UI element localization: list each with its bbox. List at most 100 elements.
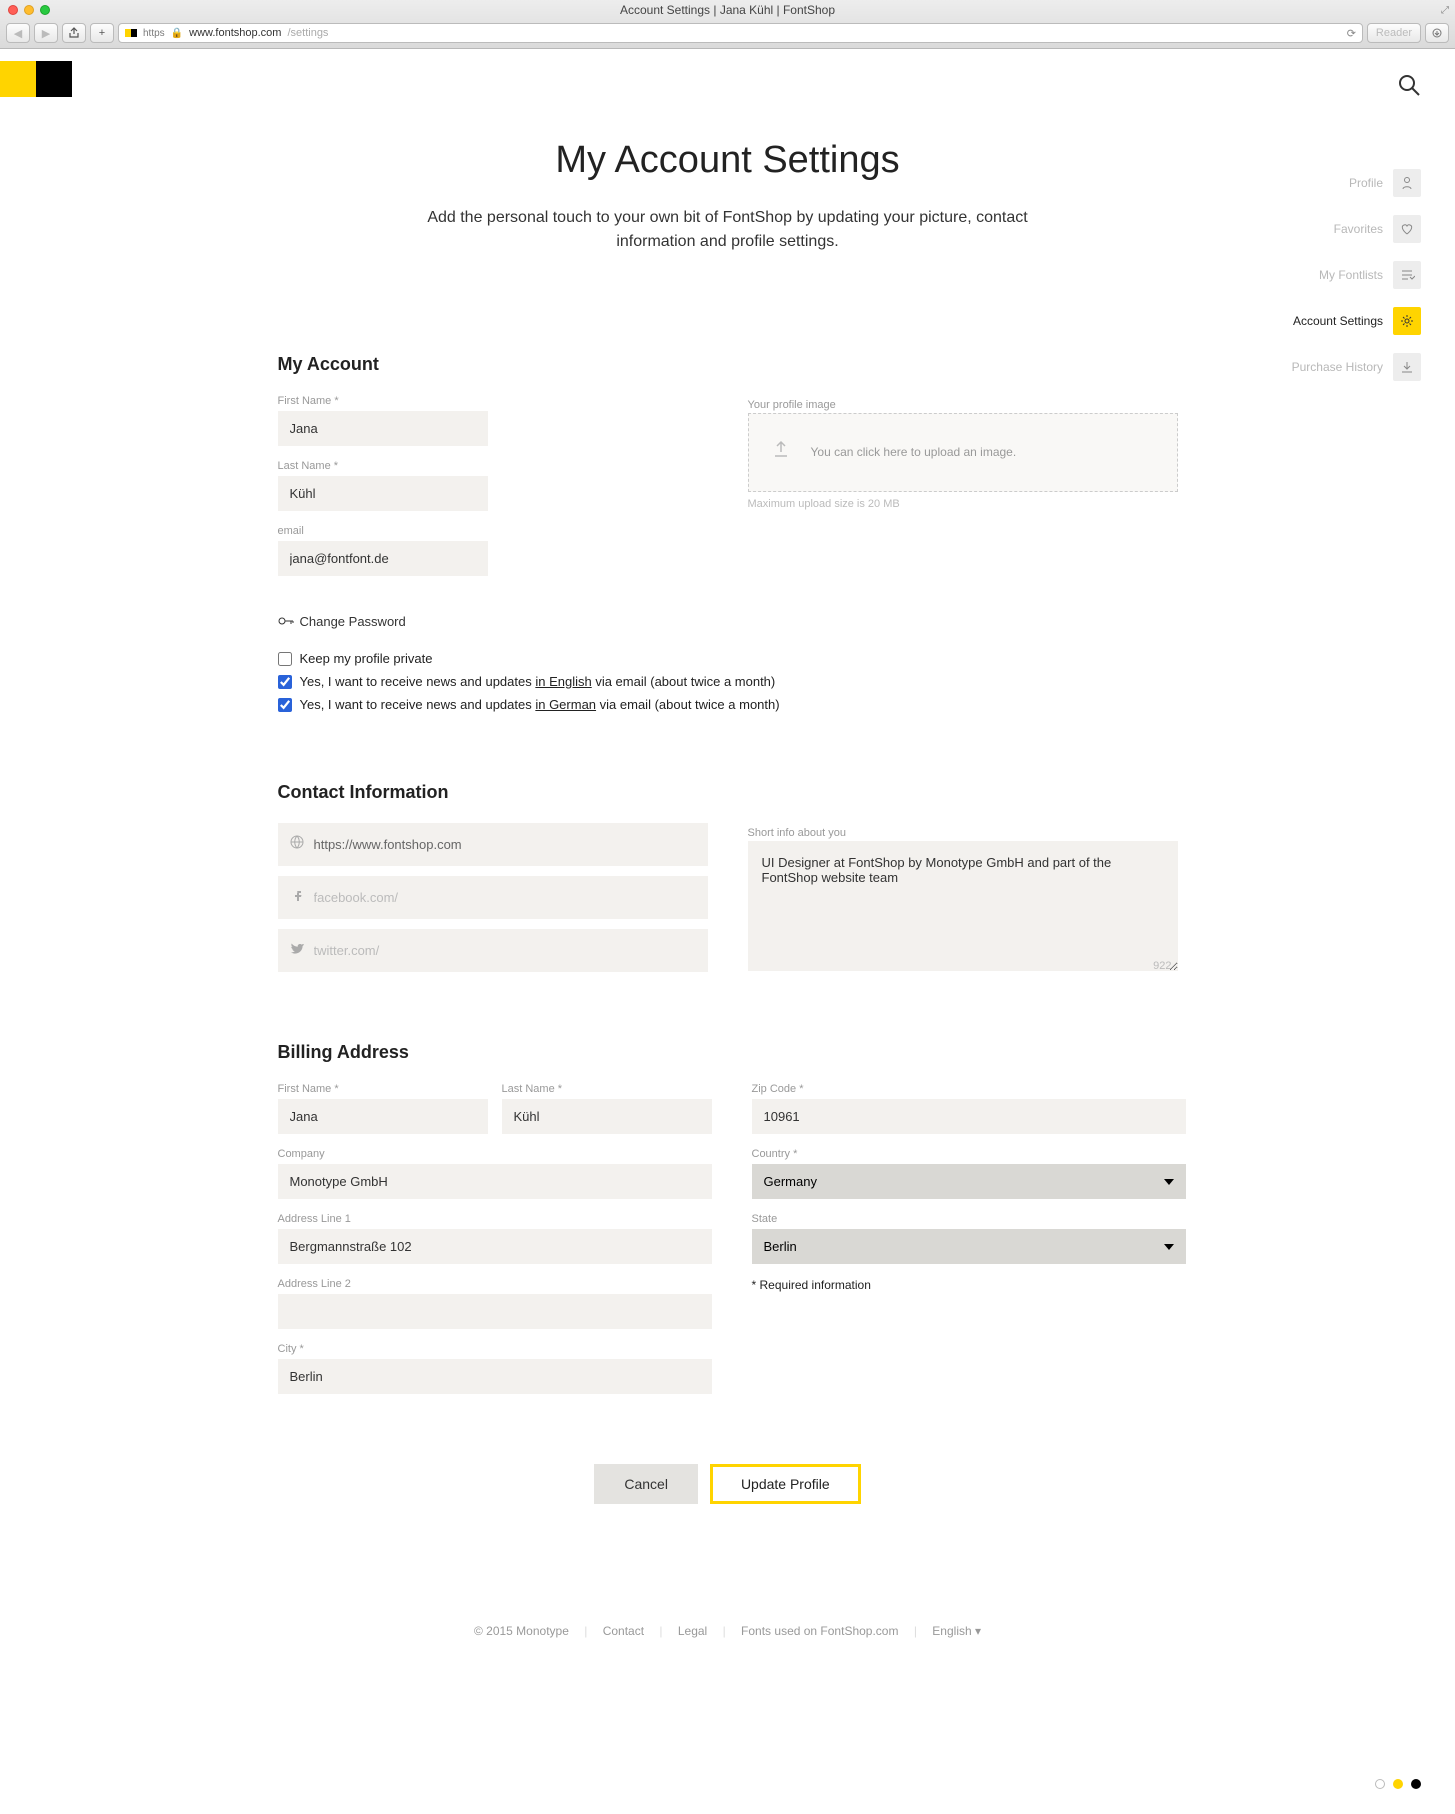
section-title: Contact Information [278,782,1178,803]
footer-language-select[interactable]: English ▾ [932,1624,981,1638]
website-input-wrap [278,823,708,866]
email-label: email [278,525,488,537]
twitter-icon [290,941,304,960]
form-actions: Cancel Update Profile [278,1464,1178,1504]
sidenav-label: Profile [1349,176,1383,190]
city-label: City * [278,1343,712,1355]
upload-icon [769,438,793,467]
state-select[interactable]: Berlin [752,1229,1186,1264]
reader-button[interactable]: Reader [1367,23,1421,43]
address1-input[interactable] [278,1229,712,1264]
https-label: https [143,28,165,39]
list-icon [1393,261,1421,289]
add-button[interactable]: + [90,23,114,43]
newsletter-en-input[interactable] [278,675,292,689]
theme-dots [1375,1779,1421,1789]
section-title: Billing Address [278,1042,1178,1063]
footer-legal-link[interactable]: Legal [678,1624,707,1638]
back-button[interactable]: ◀ [6,23,30,43]
country-label: Country * [752,1148,1186,1160]
facebook-input[interactable] [314,890,696,905]
newsletter-de-label: Yes, I want to receive news and updates … [300,697,780,712]
theme-dot-light[interactable] [1375,1779,1385,1789]
last-name-label: Last Name * [278,460,488,472]
zip-label: Zip Code * [752,1083,1186,1095]
url-path: /settings [287,27,328,39]
sidenav-purchase-history[interactable]: Purchase History [1292,353,1421,381]
sidenav-label: My Fontlists [1319,268,1383,282]
search-icon[interactable] [1397,73,1421,102]
fontshop-logo[interactable] [0,61,72,97]
first-name-label: First Name * [278,395,488,407]
country-select[interactable]: Germany [752,1164,1186,1199]
favicon-icon [125,29,137,37]
keep-private-input[interactable] [278,652,292,666]
address1-label: Address Line 1 [278,1213,712,1225]
theme-dot-yellow[interactable] [1393,1779,1403,1789]
sidenav-fontlists[interactable]: My Fontlists [1292,261,1421,289]
section-title: My Account [278,354,1178,375]
globe-icon [290,835,304,854]
sidenav-profile[interactable]: Profile [1292,169,1421,197]
change-password-label: Change Password [300,614,406,629]
city-input[interactable] [278,1359,712,1394]
website-input[interactable] [314,837,696,852]
sidenav-account-settings[interactable]: Account Settings [1292,307,1421,335]
newsletter-en-label: Yes, I want to receive news and updates … [300,674,776,689]
billing-first-name-input[interactable] [278,1099,488,1134]
downloads-button[interactable] [1425,23,1449,43]
about-textarea[interactable] [748,841,1178,971]
billing-first-name-label: First Name * [278,1083,488,1095]
address2-label: Address Line 2 [278,1278,712,1290]
upload-note: Maximum upload size is 20 MB [748,498,1178,510]
forward-button[interactable]: ▶ [34,23,58,43]
minimize-window-icon[interactable] [24,5,34,15]
zip-input[interactable] [752,1099,1186,1134]
footer-copyright: © 2015 Monotype [474,1624,569,1638]
billing-last-name-label: Last Name * [502,1083,712,1095]
company-input[interactable] [278,1164,712,1199]
profile-image-upload[interactable]: You can click here to upload an image. [748,413,1178,492]
newsletter-de-checkbox[interactable]: Yes, I want to receive news and updates … [278,697,1178,712]
sidenav-label: Account Settings [1293,314,1383,328]
keep-private-checkbox[interactable]: Keep my profile private [278,651,1178,666]
twitter-input[interactable] [314,943,696,958]
heart-icon [1393,215,1421,243]
account-sidenav: Profile Favorites My Fontlists Account S… [1292,169,1421,381]
change-password-link[interactable]: Change Password [278,590,488,629]
key-icon [278,614,294,629]
my-account-section: My Account First Name * Last Name * [278,354,1178,712]
window-title: Account Settings | Jana Kühl | FontShop [620,3,835,17]
download-icon [1393,353,1421,381]
contact-section: Contact Information [278,782,1178,972]
footer-fonts-link[interactable]: Fonts used on FontShop.com [741,1624,898,1638]
first-name-input[interactable] [278,411,488,446]
lock-icon: 🔒 [171,28,183,39]
sidenav-favorites[interactable]: Favorites [1292,215,1421,243]
address2-input[interactable] [278,1294,712,1329]
close-window-icon[interactable] [8,5,18,15]
billing-section: Billing Address First Name * Last Name * [278,1042,1178,1394]
zoom-window-icon[interactable] [40,5,50,15]
newsletter-de-input[interactable] [278,698,292,712]
gear-icon [1393,307,1421,335]
keep-private-label: Keep my profile private [300,651,433,666]
theme-dot-dark[interactable] [1411,1779,1421,1789]
update-profile-button[interactable]: Update Profile [710,1464,861,1504]
share-button[interactable] [62,23,86,43]
sidenav-label: Favorites [1334,222,1383,236]
fullscreen-icon[interactable]: ⤢ [1441,5,1449,16]
url-bar[interactable]: https 🔒 www.fontshop.com/settings ⟳ [118,23,1363,43]
billing-last-name-input[interactable] [502,1099,712,1134]
reload-icon[interactable]: ⟳ [1347,27,1356,40]
last-name-input[interactable] [278,476,488,511]
email-input[interactable] [278,541,488,576]
about-label: Short info about you [748,827,846,839]
newsletter-en-checkbox[interactable]: Yes, I want to receive news and updates … [278,674,1178,689]
facebook-icon [290,888,304,907]
footer-contact-link[interactable]: Contact [603,1624,644,1638]
upload-text: You can click here to upload an image. [811,444,1017,461]
cancel-button[interactable]: Cancel [594,1464,698,1504]
state-label: State [752,1213,1186,1225]
traffic-lights [8,5,50,15]
